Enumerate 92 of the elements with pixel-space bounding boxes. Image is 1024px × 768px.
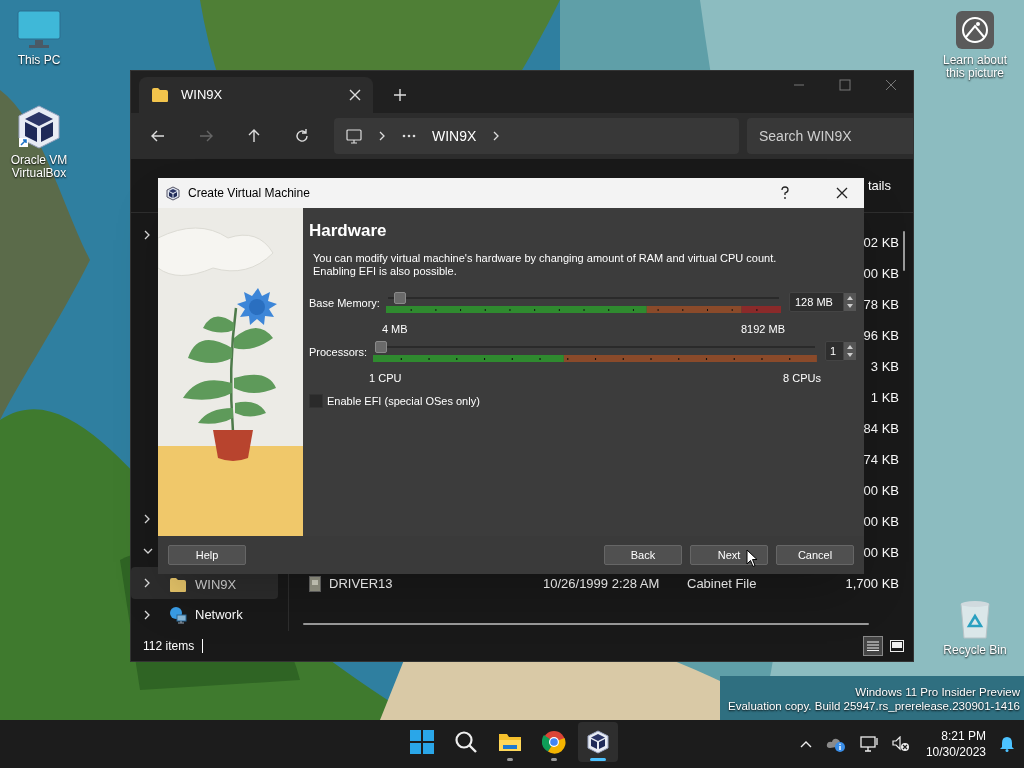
folder-icon [151,87,169,103]
cloud-icon[interactable] [825,736,846,752]
chevron-right-icon [378,131,386,141]
max-label: 8192 MB [740,321,785,337]
file-date-cell-text: 10/26/1999 2:28 AM [543,574,661,593]
explorer-tab[interactable]: WIN9X [139,77,373,113]
details-view-button[interactable] [863,636,883,656]
address-bar[interactable]: WIN9X [334,118,739,154]
mouse-cursor-icon [746,549,758,568]
sidebar-item-label: Network [195,606,243,625]
setting-label: Processors: [309,345,368,360]
slider-thumb[interactable] [375,341,388,353]
monitor-icon [17,10,61,50]
windows-logo-icon [410,730,434,754]
scrollbar-thumb[interactable] [903,231,905,271]
clock-date: 10/30/2023 [925,744,986,760]
max-label: 8 CPUs [783,371,821,386]
help-icon[interactable] [780,186,790,200]
dialog-heading: Hardware [309,220,388,242]
plus-icon[interactable] [393,88,407,102]
cube-icon [586,730,610,754]
description-text: Enabling EFI is also possible. [313,264,458,278]
sidebar-item[interactable]: Network [131,599,278,631]
dialog-button[interactable]: Next [690,545,768,565]
search-icon [454,730,478,754]
folder-icon [169,577,187,593]
description-text: You can modify virtual machine's hardware by changing amount of RAM and virtual CPU count. [313,251,778,265]
browser-logo-icon [542,730,566,754]
file-size-cell-text: 84 KB [863,419,899,438]
back-arrow-icon[interactable] [150,128,166,144]
speaker-muted-icon[interactable] [891,736,910,752]
dialog-button[interactable]: Help [168,545,246,565]
close-icon[interactable] [836,187,848,199]
horizontal-scrollbar[interactable] [303,623,869,625]
tab-title: WIN9X [181,86,224,105]
file-type-cell-text: Cabinet File [687,574,758,593]
bell-icon[interactable] [1000,736,1014,752]
number-field[interactable]: 128 MB [789,291,844,312]
file-size-cell-text: 3 KB [870,357,899,376]
number-field[interactable]: 1 [825,341,844,361]
spin-arrows-icon[interactable] [844,292,856,311]
chevron-up-icon[interactable] [799,740,812,748]
search-field[interactable]: Search WIN9X [747,118,913,154]
checkbox-label: Enable EFI (special OSes only) [327,393,480,409]
file-size-cell-text: 74 KB [863,450,899,469]
file-size-cell-text: 1 KB [870,388,899,407]
refresh-icon[interactable] [294,128,310,144]
chevron-right-icon [492,131,501,141]
recycle-bin-icon [957,598,993,640]
network-globe-icon [169,606,187,624]
build-info-text: Evaluation copy. Build 25947.rs_prerelease.230901-1416 [728,699,1020,713]
file-size-cell-text: 00 KB [863,481,899,500]
tiles-icon [890,640,904,652]
file-size-cell-text: 00 KB [863,512,899,531]
slider-track[interactable] [387,291,779,304]
status-text: 112 items [143,638,195,655]
cabinet-file-icon [309,575,321,592]
sidebar-item-label: WIN9X [195,576,237,595]
toolbar-label: tails [867,176,891,195]
maximize-icon[interactable] [839,79,851,91]
more-icon[interactable] [402,134,416,138]
file-size-cell-text: 1,700 KB [845,574,899,593]
slider-thumb[interactable] [393,291,406,304]
file-size-cell-text: 00 KB [863,543,899,562]
file-size-cell-text: 02 KB [863,233,899,252]
dialog-button[interactable]: Back [604,545,682,565]
chevron-down-icon[interactable] [143,546,153,556]
clock-button[interactable]: 8:21 PM 10/30/2023 [925,728,986,760]
file-size-cell-text: 78 KB [863,295,899,314]
desktop-icon-label[interactable]: This PC [17,54,61,67]
cube-icon [166,185,180,201]
monitor-icon [346,128,362,144]
spin-arrows-icon[interactable] [844,342,856,360]
breadcrumb-link[interactable]: WIN9X [432,125,477,147]
dialog-button[interactable]: Cancel [776,545,854,565]
taskbar-button[interactable] [578,722,618,762]
up-arrow-icon[interactable] [246,128,262,144]
setting-label: Base Memory: [309,295,380,311]
network-icon[interactable] [859,736,878,752]
forward-arrow-icon[interactable] [198,128,214,144]
cube-icon [17,104,61,150]
list-icon [867,641,879,651]
desktop-icon-label[interactable]: Oracle VM VirtualBox [4,154,74,180]
file-name-cell-text: DRIVER13 [329,574,394,593]
min-label: 1 CPU [369,371,402,386]
file-size-cell-text: 96 KB [863,326,899,345]
file-size-cell-text: 00 KB [863,264,899,283]
clock-time: 8:21 PM [941,728,986,744]
min-label: 4 MB [381,321,408,337]
slider-track[interactable] [375,341,815,353]
build-info-text: Windows 11 Pro Insider Preview [855,685,1020,699]
dialog-title: Create Virtual Machine [188,185,311,202]
